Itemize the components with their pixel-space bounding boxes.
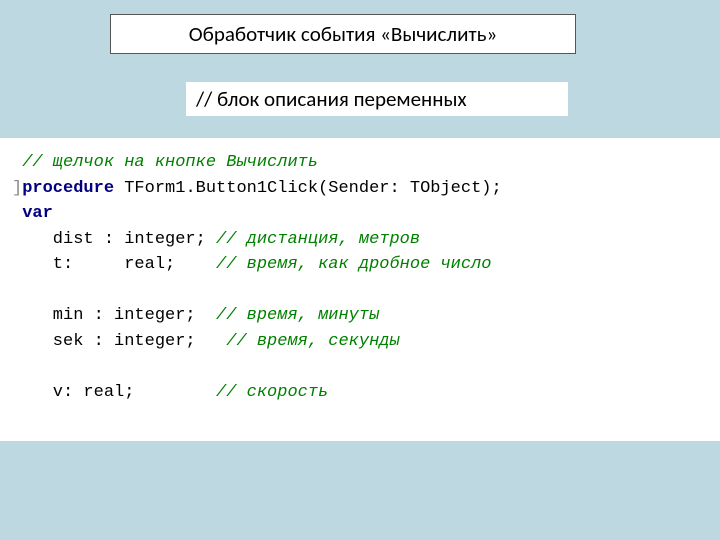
comment-dist: // дистанция, метров (216, 230, 420, 249)
title-text: Обработчик события «Вычислить» (189, 21, 497, 47)
title-box: Обработчик события «Вычислить» (110, 14, 576, 54)
comment-v: // скорость (216, 383, 328, 402)
comment-min: // время, минуты (216, 306, 379, 325)
decl-dist: dist : integer; (12, 230, 216, 249)
keyword-var: var (22, 204, 53, 223)
decl-sek: sek : integer; (12, 332, 226, 351)
subtitle-text: // блок описания переменных (196, 86, 467, 112)
comment-t: // время, как дробное число (216, 255, 491, 274)
comment-sek: // время, секунды (226, 332, 399, 351)
code-block: // щелчок на кнопке Вычислить ]procedure… (0, 138, 720, 441)
comment-header: // щелчок на кнопке Вычислить (22, 153, 318, 172)
decl-t: t: real; (12, 255, 216, 274)
procedure-signature: TForm1.Button1Click(Sender: TObject); (114, 179, 502, 198)
fold-gutter-icon: ] (12, 179, 22, 198)
decl-min: min : integer; (12, 306, 216, 325)
subtitle-box: // блок описания переменных (186, 82, 568, 116)
keyword-procedure: procedure (22, 179, 114, 198)
decl-v: v: real; (12, 383, 216, 402)
